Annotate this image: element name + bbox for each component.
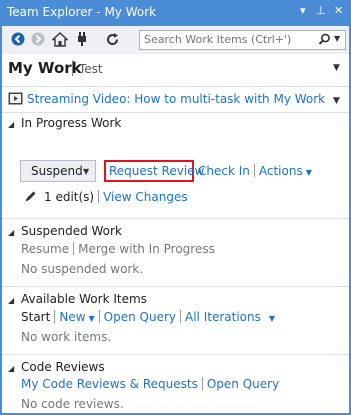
chevron-down-icon[interactable]: ▼ [269, 314, 275, 323]
section-title: Available Work Items [21, 292, 147, 306]
pin-icon[interactable]: ⊥ [316, 4, 326, 17]
title-bar: Team Explorer - My Work ▾ ⊥ ✕ [0, 0, 351, 26]
section-title: In Progress Work [21, 116, 122, 130]
refresh-icon[interactable] [104, 31, 120, 47]
title-separator [72, 60, 73, 76]
my-code-reviews-link[interactable]: My Code Reviews & Requests [21, 377, 198, 391]
section-title: Suspended Work [21, 224, 122, 238]
project-name[interactable]: Test [79, 62, 103, 76]
separator [253, 164, 255, 177]
suspended-section-header[interactable]: ◢ Suspended Work [8, 224, 122, 238]
search-icon[interactable] [318, 33, 331, 49]
view-changes-link[interactable]: View Changes [103, 190, 188, 204]
separator [180, 310, 182, 323]
separator [98, 190, 100, 203]
request-review-highlight: Request Review [104, 160, 204, 182]
chevron-down-icon[interactable]: ▼ [306, 168, 312, 177]
code-review-actions: My Code Reviews & Requests Open Query [21, 377, 279, 391]
search-input[interactable] [144, 32, 304, 46]
pencil-icon [24, 190, 37, 206]
available-empty-message: No work items. [21, 330, 112, 344]
video-dropdown-icon[interactable]: ▼ [333, 96, 340, 106]
in-progress-section-header[interactable]: ◢ In Progress Work [8, 116, 121, 130]
toolbar: ▼ [2, 26, 349, 54]
search-box[interactable]: ▼ [139, 30, 346, 50]
divider [2, 86, 349, 87]
page-menu-dropdown-icon[interactable]: ▼ [333, 63, 340, 73]
divider [2, 112, 349, 113]
separator [98, 310, 100, 323]
code-reviews-section-header[interactable]: ◢ Code Reviews [8, 360, 105, 374]
available-section-header[interactable]: ◢ Available Work Items [8, 292, 147, 306]
available-actions: Start New ▼ Open Query All Iterations ▼ [21, 310, 275, 324]
collapse-icon[interactable]: ◢ [8, 296, 18, 305]
connect-icon[interactable] [74, 31, 90, 47]
in-progress-actions: Check In Actions ▼ [198, 164, 312, 178]
suspend-button[interactable]: Suspend ▼ [20, 160, 96, 182]
window-menu-dropdown-icon[interactable]: ▾ [300, 4, 306, 17]
divider [2, 218, 349, 219]
page-title: My Work [8, 59, 82, 77]
team-explorer-panel: ▼ My Work Test ▼ Streaming Video: How to… [2, 26, 349, 413]
chevron-down-icon[interactable]: ▼ [83, 167, 89, 176]
section-title: Code Reviews [21, 360, 105, 374]
collapse-icon[interactable]: ◢ [8, 120, 18, 129]
forward-icon[interactable] [30, 31, 46, 47]
home-icon[interactable] [52, 31, 68, 47]
collapse-icon[interactable]: ◢ [8, 364, 18, 373]
divider [2, 354, 349, 355]
close-icon[interactable]: ✕ [334, 4, 343, 17]
video-icon [8, 92, 23, 108]
merge-link[interactable]: Merge with In Progress [78, 242, 215, 256]
separator [201, 377, 203, 390]
suspended-empty-message: No suspended work. [21, 262, 144, 276]
collapse-icon[interactable]: ◢ [8, 228, 18, 237]
all-iterations-link[interactable]: All Iterations [185, 310, 261, 324]
actions-link[interactable]: Actions [259, 164, 303, 178]
separator [54, 310, 56, 323]
code-reviews-empty-message: No code reviews. [21, 397, 124, 411]
separator [73, 242, 75, 255]
suspended-actions: Resume Merge with In Progress [21, 242, 215, 256]
window-title: Team Explorer - My Work [7, 5, 157, 19]
open-query-link[interactable]: Open Query [207, 377, 279, 391]
resume-link[interactable]: Resume [21, 242, 69, 256]
start-link[interactable]: Start [21, 310, 50, 324]
chevron-down-icon[interactable]: ▼ [89, 314, 95, 323]
check-in-link[interactable]: Check In [198, 164, 250, 178]
streaming-video-link[interactable]: Streaming Video: How to multi-task with … [27, 92, 325, 106]
open-query-link[interactable]: Open Query [104, 310, 176, 324]
new-link[interactable]: New [59, 310, 85, 324]
back-icon[interactable] [10, 31, 26, 47]
request-review-link[interactable]: Request Review [109, 164, 204, 178]
edits-row: 1 edit(s) View Changes [44, 190, 188, 204]
suspend-label: Suspend [31, 164, 83, 178]
search-options-dropdown-icon[interactable]: ▼ [334, 34, 340, 43]
edit-count: 1 edit(s) [44, 190, 95, 204]
divider [2, 286, 349, 287]
